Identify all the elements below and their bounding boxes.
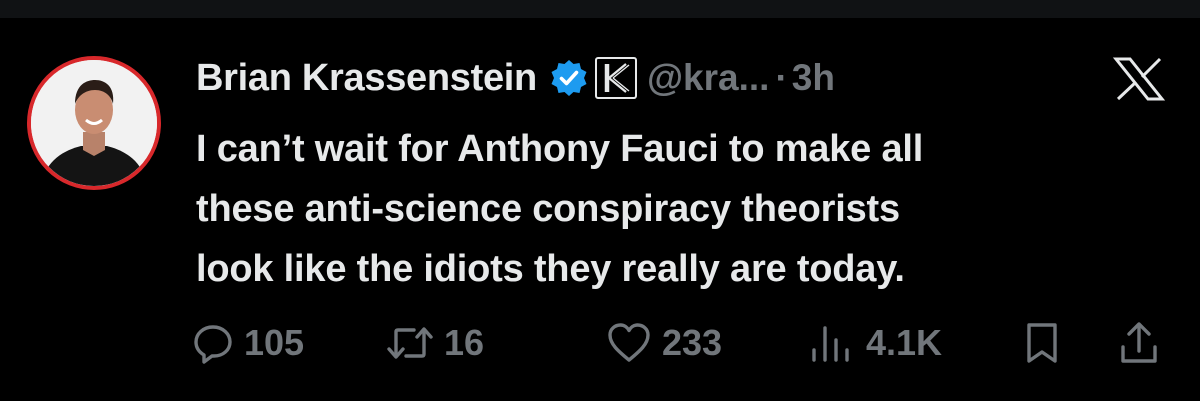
reply-button[interactable]: 105 — [192, 318, 304, 368]
tweet-text-line-3: look like the idiots they really are tod… — [196, 248, 905, 290]
views-count: 4.1K — [866, 322, 943, 363]
tweet-header: Brian Krassenstein @kra... · 3h — [196, 52, 835, 104]
x-logo-icon — [1110, 57, 1168, 101]
verified-badge-icon[interactable] — [549, 58, 589, 98]
share-icon — [1121, 322, 1157, 363]
top-edge-strip — [0, 0, 1200, 18]
author-handle[interactable]: @kra... — [647, 57, 769, 99]
avatar[interactable] — [27, 56, 161, 190]
share-button[interactable] — [1118, 318, 1160, 368]
tweet-text: I can’t wait for Anthony Fauci to make a… — [196, 119, 1156, 299]
tweet-text-line-2: these anti-science conspiracy theorists — [196, 188, 900, 230]
reply-count: 105 — [244, 322, 305, 363]
avatar-photo — [31, 60, 157, 186]
retweet-button[interactable]: 16 — [386, 318, 484, 368]
author-name[interactable]: Brian Krassenstein — [196, 57, 537, 100]
bookmark-icon — [1027, 323, 1057, 363]
bookmark-button[interactable] — [1024, 318, 1060, 368]
timestamp[interactable]: 3h — [792, 57, 835, 99]
k-logo-icon — [604, 63, 630, 93]
like-count: 233 — [662, 322, 723, 363]
views-icon — [812, 326, 849, 362]
like-button[interactable]: 233 — [606, 318, 722, 368]
views-button[interactable]: 4.1K — [808, 318, 942, 368]
separator-dot: · — [775, 57, 788, 98]
tweet-text-line-1: I can’t wait for Anthony Fauci to make a… — [196, 128, 924, 170]
action-bar: 105 16 233 4.1K — [0, 318, 1200, 368]
retweet-count: 16 — [444, 322, 485, 363]
reply-icon — [194, 325, 232, 364]
retweet-icon — [387, 327, 433, 359]
like-icon — [608, 323, 650, 362]
affiliation-badge-icon[interactable] — [594, 57, 637, 99]
